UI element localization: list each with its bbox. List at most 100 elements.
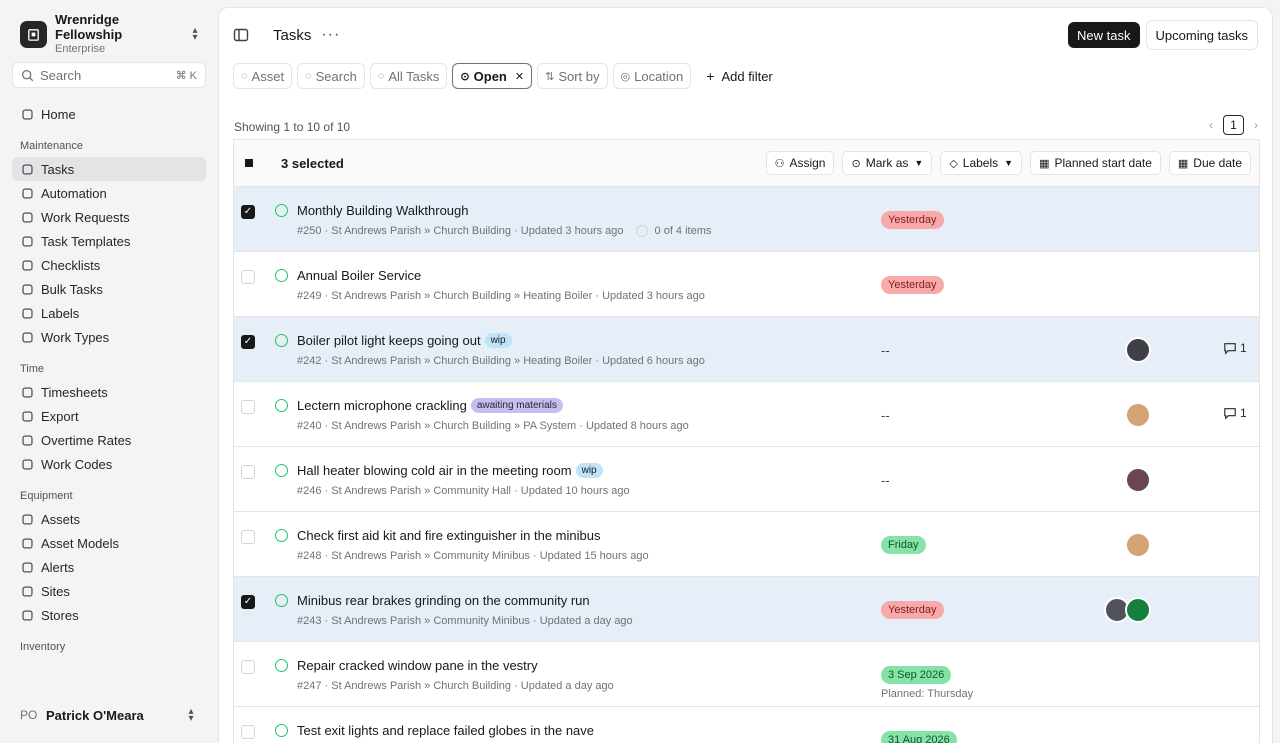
table-row[interactable]: ✓ Monthly Building Walkthrough #250 · St A… [234, 187, 1259, 252]
upcoming-tasks-button[interactable]: Upcoming tasks [1145, 20, 1258, 50]
more-options-icon[interactable]: ··· [321, 26, 340, 44]
comment-count-text: 1 [1240, 406, 1247, 420]
filter-chip-open[interactable]: ⊙ Open ✕ [452, 63, 533, 89]
task-title-text: Test exit lights and replace failed glob… [297, 723, 595, 738]
task-title[interactable]: Hall heater blowing cold air in the meet… [297, 463, 603, 478]
select-all-checkbox[interactable] [245, 159, 253, 167]
sidebar-item-checklists[interactable]: Checklists [12, 253, 206, 277]
due-date-badge: Yesterday [881, 276, 944, 294]
table-row[interactable]: Hall heater blowing cold air in the meet… [234, 447, 1259, 512]
comment-count[interactable]: 1 [1223, 341, 1247, 355]
page-title: Tasks [273, 26, 312, 44]
sidebar-item-home[interactable]: Home [12, 102, 206, 126]
filter-chip-search[interactable]: ◌ Search [297, 63, 365, 89]
export-icon [20, 409, 34, 423]
sidebar-item-task-templates[interactable]: Task Templates [12, 229, 206, 253]
table-row[interactable]: Repair cracked window pane in the vestry… [234, 642, 1259, 707]
next-page-icon[interactable]: › [1254, 118, 1258, 132]
task-title[interactable]: Boiler pilot light keeps going out wip [297, 333, 512, 348]
new-task-button[interactable]: New task [1068, 22, 1140, 48]
row-checkbox[interactable] [241, 270, 255, 284]
task-title[interactable]: Minibus rear brakes grinding on the comm… [297, 593, 590, 608]
sidebar-item-sites[interactable]: Sites [12, 579, 206, 603]
status-open-icon [275, 659, 288, 672]
filter-chip-all-tasks[interactable]: ◌ All Tasks [369, 63, 448, 89]
sidebar-item-label: Asset Models [41, 535, 120, 551]
sidebar-item-bulk-tasks[interactable]: Bulk Tasks [12, 277, 206, 301]
assign-button[interactable]: ⚇ Assign [765, 151, 835, 175]
sidebar-item-asset-models[interactable]: Asset Models [12, 531, 206, 555]
org-logo-icon [20, 20, 47, 48]
sidebar-item-labels[interactable]: Labels [12, 301, 206, 325]
sidebar-item-label: Bulk Tasks [41, 281, 103, 297]
filter-chip-location[interactable]: ◎ Location [612, 63, 692, 89]
close-icon[interactable]: ✕ [515, 70, 524, 83]
row-checkbox[interactable]: ✓ [241, 335, 255, 349]
sidebar-item-stores[interactable]: Stores [12, 603, 206, 627]
row-checkbox[interactable]: ✓ [241, 205, 255, 219]
row-checkbox[interactable] [241, 725, 255, 739]
task-title-text: Repair cracked window pane in the vestry [297, 658, 538, 673]
table-row[interactable]: Check first aid kit and fire extinguishe… [234, 512, 1259, 577]
due-date-button[interactable]: ▦ Due date [1168, 151, 1251, 175]
sidebar-nav: Home Maintenance Tasks Automation Work Reque… [12, 102, 206, 655]
sidebar-item-timesheets[interactable]: Timesheets [12, 380, 206, 404]
table-row[interactable]: ✓ Minibus rear brakes grinding on the com… [234, 577, 1259, 642]
bulk-tasks-icon [20, 282, 34, 296]
task-title[interactable]: Test exit lights and replace failed glob… [297, 723, 594, 738]
task-title[interactable]: Repair cracked window pane in the vestry [297, 658, 538, 673]
assignee-avatar[interactable] [1125, 597, 1151, 623]
main-panel: Tasks ··· New task Upcoming tasks ◌ Asset… [218, 7, 1273, 743]
row-checkbox[interactable] [241, 660, 255, 674]
sidebar-item-export[interactable]: Export [12, 404, 206, 428]
assignee-avatar[interactable] [1125, 532, 1151, 558]
table-row[interactable]: Annual Boiler Service #249 · St Andrews P… [234, 252, 1259, 317]
task-label-badge: awaiting materials [470, 398, 563, 413]
page-number[interactable]: 1 [1223, 115, 1244, 135]
pagination: ‹ 1 › [1209, 115, 1258, 135]
row-checkbox[interactable] [241, 465, 255, 479]
due-date: 3 Sep 2026 Planned: Thursday [881, 666, 973, 700]
table-row[interactable]: Test exit lights and replace failed glob… [234, 707, 1259, 743]
row-checkbox[interactable] [241, 400, 255, 414]
assignee-avatar[interactable] [1125, 337, 1151, 363]
task-title[interactable]: Check first aid kit and fire extinguishe… [297, 528, 600, 543]
task-title[interactable]: Lectern microphone crackling awaiting mat… [297, 398, 563, 413]
sidebar-item-assets[interactable]: Assets [12, 507, 206, 531]
filter-chip-label: Sort by [558, 68, 600, 84]
org-switcher[interactable]: Wrenridge Fellowship Enterprise ▴ ▾ [12, 12, 206, 56]
table-row[interactable]: Lectern microphone crackling awaiting mat… [234, 382, 1259, 447]
sidebar-toggle-icon[interactable] [233, 27, 249, 43]
assignee-avatar[interactable] [1125, 402, 1151, 428]
filter-chip-asset[interactable]: ◌ Asset [233, 63, 293, 89]
row-checkbox[interactable]: ✓ [241, 595, 255, 609]
add-filter-button[interactable]: + Add filter [706, 68, 773, 84]
sidebar-item-work-types[interactable]: Work Types [12, 325, 206, 349]
user-menu[interactable]: PO Patrick O'Meara ▴ ▾ [12, 701, 206, 729]
comment-count[interactable]: 1 [1223, 406, 1247, 420]
row-checkbox[interactable] [241, 530, 255, 544]
sidebar-item-automation[interactable]: Automation [12, 181, 206, 205]
sidebar-item-tasks[interactable]: Tasks [12, 157, 206, 181]
table-row[interactable]: ✓ Boiler pilot light keeps going out wip #2… [234, 317, 1259, 382]
prev-page-icon[interactable]: ‹ [1209, 118, 1213, 132]
sidebar-item-overtime-rates[interactable]: Overtime Rates [12, 428, 206, 452]
sidebar-item-label: Tasks [41, 161, 75, 177]
labels-button[interactable]: ◇ Labels ▼ [940, 151, 1023, 175]
sidebar-item-label: Export [41, 408, 79, 424]
filter-chip-sort-by[interactable]: ⇅ Sort by [537, 63, 608, 89]
sidebar-search[interactable]: Search ⌘ K [12, 62, 206, 88]
planned-start-date-button[interactable]: ▦ Planned start date [1030, 151, 1161, 175]
comment-icon [1224, 407, 1236, 420]
assignee-avatar[interactable] [1125, 467, 1151, 493]
mark-as-button[interactable]: ⊙ Mark as ▼ [842, 151, 933, 175]
task-meta-text: #240 · St Andrews Parish » Church Buildi… [297, 420, 689, 432]
task-title-text: Lectern microphone crackling [297, 398, 467, 413]
sidebar-item-work-requests[interactable]: Work Requests [12, 205, 206, 229]
task-title[interactable]: Monthly Building Walkthrough [297, 203, 469, 218]
comment-icon [1224, 342, 1236, 355]
task-title[interactable]: Annual Boiler Service [297, 268, 421, 283]
sidebar-item-work-codes[interactable]: Work Codes [12, 452, 206, 476]
due-date-empty: -- [881, 343, 890, 358]
sidebar-item-alerts[interactable]: Alerts [12, 555, 206, 579]
